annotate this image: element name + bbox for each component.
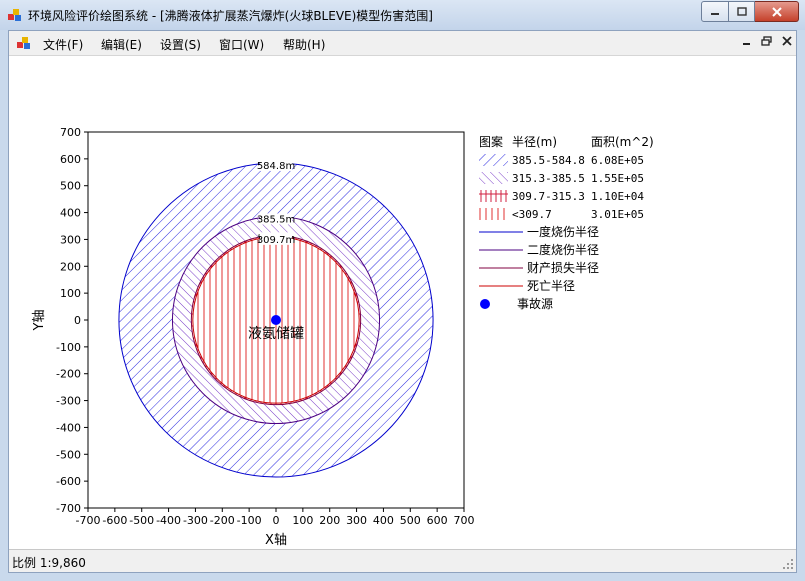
- window-title: 环境风险评价绘图系统 - [沸腾液体扩展蒸汽爆炸(火球BLEVE)模型伤害范围]: [28, 9, 433, 23]
- legend-swatch-1: [479, 172, 508, 184]
- app-icon: [8, 9, 21, 21]
- legend-swatch-3: [479, 208, 508, 220]
- x-tick-label: 0: [273, 514, 280, 527]
- maximize-icon: [736, 7, 747, 16]
- x-tick-label: 600: [427, 514, 448, 527]
- legend-range-0: 385.5-584.8: [512, 154, 585, 167]
- legend-header-2: 面积(m^2): [591, 135, 654, 149]
- y-tick-label: -400: [56, 421, 81, 434]
- minimize-button[interactable]: [701, 1, 729, 22]
- y-tick-label: 200: [60, 260, 81, 273]
- window-controls: [701, 1, 799, 22]
- x-axis-label: X轴: [265, 533, 287, 548]
- mdi-client: 文件(F) 编辑(E) 设置(S) 窗口(W) 帮助(H) 584.8m 385…: [8, 30, 797, 573]
- legend-line-label-0: 一度烧伤半径: [527, 224, 599, 239]
- x-tick-label: -400: [156, 514, 181, 527]
- y-tick-label: 600: [60, 153, 81, 166]
- legend-swatch-0: [479, 154, 508, 166]
- x-tick-label: -100: [237, 514, 262, 527]
- y-tick-label: 100: [60, 287, 81, 300]
- legend-range-3: <309.7: [512, 208, 552, 221]
- legend-source-marker: [480, 299, 490, 309]
- legend-area-0: 6.08E+05: [591, 154, 644, 167]
- menu-file[interactable]: 文件(F): [43, 36, 83, 53]
- y-tick-label: -100: [56, 341, 81, 354]
- status-bar: 比例 1:9,860: [9, 549, 796, 572]
- x-tick-label: -500: [129, 514, 154, 527]
- x-tick-label: -600: [102, 514, 127, 527]
- x-tick-label: -200: [210, 514, 235, 527]
- mdi-minimize-button[interactable]: [740, 35, 754, 49]
- close-icon: [771, 6, 782, 17]
- x-tick-label: -700: [76, 514, 101, 527]
- x-tick-label: 700: [454, 514, 475, 527]
- legend-line-label-2: 财产损失半径: [527, 260, 599, 275]
- y-tick-label: 300: [60, 233, 81, 246]
- minimize-icon: [743, 43, 750, 45]
- legend-line-label-1: 二度烧伤半径: [527, 242, 599, 257]
- y-tick-label: 500: [60, 180, 81, 193]
- legend-area-2: 1.10E+04: [591, 190, 644, 203]
- source-label: 液氨储罐: [248, 326, 304, 342]
- menu-bar: 文件(F) 编辑(E) 设置(S) 窗口(W) 帮助(H): [9, 31, 796, 56]
- hazard-chart: 584.8m385.5m315.3m309.7m液氨储罐 -700-700-60…: [32, 126, 654, 548]
- y-tick-label: 0: [74, 314, 81, 327]
- y-tick-label: -700: [56, 502, 81, 515]
- y-tick-label: -300: [56, 395, 81, 408]
- y-tick-label: 400: [60, 207, 81, 220]
- restore-icon: [760, 36, 772, 46]
- radius-label-0: 584.8m: [257, 161, 295, 172]
- x-tick-label: 400: [373, 514, 394, 527]
- legend-header-0: 图案: [479, 134, 503, 149]
- radius-label-1: 385.5m: [257, 214, 295, 225]
- x-tick-label: 200: [319, 514, 340, 527]
- maximize-button[interactable]: [729, 1, 755, 22]
- close-icon: [782, 36, 792, 46]
- menu-help[interactable]: 帮助(H): [283, 36, 325, 53]
- legend-range-1: 315.3-385.5: [512, 172, 585, 185]
- legend-line-label-3: 死亡半径: [527, 279, 575, 293]
- mdi-restore-button[interactable]: [759, 35, 773, 49]
- legend-area-3: 3.01E+05: [591, 208, 644, 221]
- title-bar[interactable]: 环境风险评价绘图系统 - [沸腾液体扩展蒸汽爆炸(火球BLEVE)模型伤害范围]: [0, 0, 805, 30]
- mdi-close-button[interactable]: [780, 35, 794, 49]
- y-tick-label: -500: [56, 448, 81, 461]
- source-point: [271, 315, 281, 325]
- y-tick-label: -600: [56, 475, 81, 488]
- close-button[interactable]: [755, 1, 799, 22]
- x-tick-label: 100: [292, 514, 313, 527]
- resize-grip-icon[interactable]: [783, 559, 794, 570]
- x-tick-label: -300: [183, 514, 208, 527]
- menu-window[interactable]: 窗口(W): [219, 36, 264, 53]
- legend-header-1: 半径(m): [512, 135, 557, 149]
- x-tick-label: 500: [400, 514, 421, 527]
- scale-label: 比例 1:9,860: [12, 556, 86, 570]
- y-tick-label: 700: [60, 126, 81, 139]
- x-tick-label: 300: [346, 514, 367, 527]
- legend-area-1: 1.55E+05: [591, 172, 644, 185]
- y-tick-label: -200: [56, 368, 81, 381]
- legend-source-label: 事故源: [517, 296, 553, 311]
- menu-settings[interactable]: 设置(S): [160, 36, 201, 53]
- y-axis-label: Y轴: [32, 310, 47, 332]
- document-icon[interactable]: [17, 36, 31, 50]
- radius-label-3: 309.7m: [257, 235, 295, 246]
- legend-range-2: 309.7-315.3: [512, 190, 585, 203]
- menu-edit[interactable]: 编辑(E): [101, 36, 142, 53]
- minimize-icon: [711, 12, 719, 15]
- legend-swatch-2: [479, 190, 508, 202]
